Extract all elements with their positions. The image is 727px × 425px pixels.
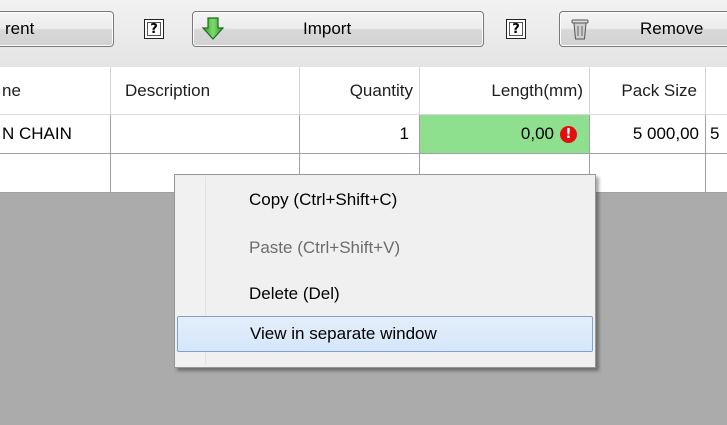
- help-icon[interactable]: ?: [506, 19, 526, 39]
- toolbar: rent ? Import ? Remove: [0, 0, 727, 68]
- current-button-label: rent: [5, 19, 35, 38]
- column-header-pack-size[interactable]: Pack Size: [590, 67, 706, 114]
- import-button[interactable]: Import: [192, 11, 484, 47]
- menu-item-paste[interactable]: Paste (Ctrl+Shift+V): [177, 230, 593, 266]
- cell-extra[interactable]: 5: [706, 115, 727, 153]
- remove-button-label: Remove: [640, 19, 704, 38]
- cell-extra[interactable]: [706, 154, 727, 192]
- context-menu: Copy (Ctrl+Shift+C) Paste (Ctrl+Shift+V)…: [174, 174, 596, 368]
- cell-name[interactable]: [0, 154, 111, 192]
- cell-pack-size[interactable]: [590, 154, 706, 192]
- menu-item-copy[interactable]: Copy (Ctrl+Shift+C): [177, 182, 593, 218]
- table-header: ne Description Quantity Length(mm) Pack …: [0, 67, 727, 115]
- column-header-name[interactable]: ne: [0, 67, 111, 114]
- column-header-length[interactable]: Length(mm): [420, 67, 590, 114]
- cell-name[interactable]: N CHAIN: [0, 115, 111, 153]
- cell-quantity[interactable]: 1: [300, 115, 420, 153]
- help-icon[interactable]: ?: [144, 19, 164, 39]
- import-button-label: Import: [303, 19, 352, 38]
- menu-item-view-separate-window[interactable]: View in separate window: [177, 316, 593, 352]
- table-row[interactable]: N CHAIN 1 0,00 ! 5 000,00 5: [0, 115, 727, 154]
- remove-button[interactable]: Remove: [559, 11, 727, 47]
- green-down-arrow-icon: [201, 16, 225, 47]
- cell-description[interactable]: [111, 115, 300, 153]
- column-header-quantity[interactable]: Quantity: [300, 67, 420, 114]
- cell-length-value: 0,00: [520, 124, 554, 143]
- cell-length[interactable]: 0,00 !: [420, 115, 590, 153]
- error-icon: !: [560, 125, 577, 143]
- trash-bin-icon: [570, 17, 590, 46]
- column-header-description[interactable]: Description: [111, 67, 300, 114]
- cell-pack-size[interactable]: 5 000,00: [590, 115, 706, 153]
- menu-item-delete[interactable]: Delete (Del): [177, 276, 593, 312]
- current-button[interactable]: rent: [0, 11, 114, 47]
- column-header-extra[interactable]: [706, 67, 727, 114]
